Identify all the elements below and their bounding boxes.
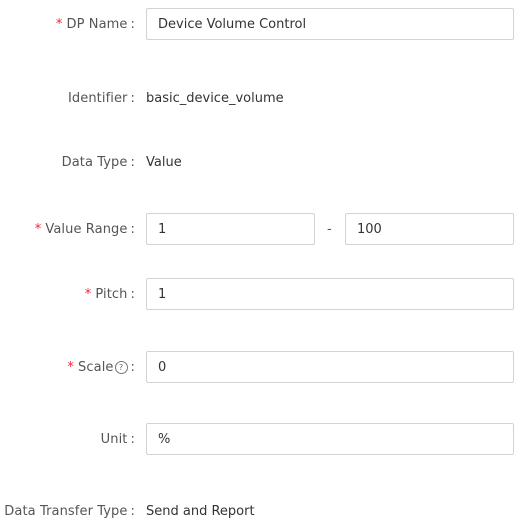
scale-input[interactable] [146,351,514,383]
form-row-dp-name: * DP Name: [0,8,525,40]
required-mark: * [34,221,42,237]
unit-label: Unit: [100,431,135,447]
pitch-label: * Pitch: [84,286,135,302]
unit-input[interactable] [146,423,514,455]
required-mark: * [67,359,75,375]
pitch-input[interactable] [146,278,514,310]
form-row-scale: * Scale?: [0,351,525,383]
range-separator: - [327,221,332,237]
dp-name-input[interactable] [146,8,514,40]
form-row-identifier: Identifier: basic_device_volume [0,88,525,108]
identifier-label: Identifier: [67,90,135,106]
form-row-data-type: Data Type: Value [0,152,525,172]
value-range-max-input[interactable] [345,213,514,245]
data-transfer-type-value: Send and Report [146,503,255,519]
required-mark: * [55,16,63,32]
identifier-value: basic_device_volume [146,90,284,106]
form-row-unit: Unit: [0,423,525,455]
form-row-data-transfer-type: Data Transfer Type: Send and Report [0,501,525,521]
question-circle-icon[interactable]: ? [114,360,128,374]
dp-name-label: * DP Name: [55,16,135,32]
data-type-value: Value [146,154,182,170]
scale-label: * Scale?: [67,359,135,375]
data-transfer-type-label: Data Transfer Type: [4,503,135,519]
required-mark: * [84,286,92,302]
value-range-min-input[interactable] [146,213,315,245]
value-range-label: * Value Range: [34,221,135,237]
data-type-label: Data Type: [61,154,135,170]
form-row-value-range: *Value Range: - [0,213,525,245]
form-row-pitch: * Pitch: [0,278,525,310]
